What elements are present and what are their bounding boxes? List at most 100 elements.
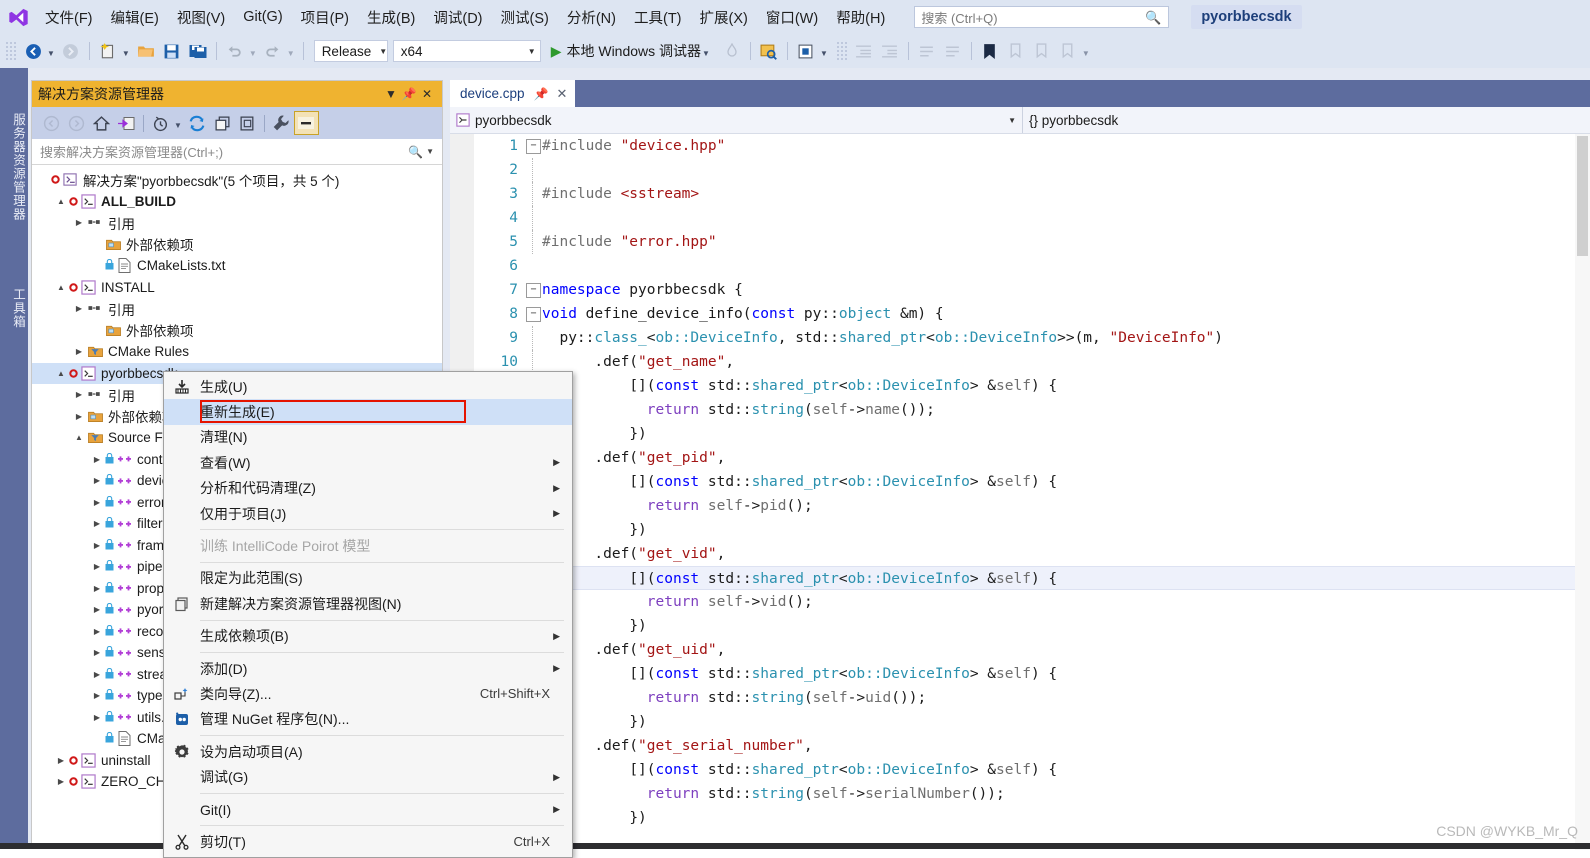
save-all-icon[interactable] xyxy=(185,39,211,63)
expander-icon[interactable]: ▶ xyxy=(90,648,104,657)
tree-item[interactable]: ▶ 引用 xyxy=(32,298,442,320)
expander-icon[interactable]: ▶ xyxy=(90,627,104,636)
code-line[interactable]: .def("get_uid", xyxy=(450,638,1590,662)
tree-item[interactable]: 外部依赖项 xyxy=(32,234,442,256)
expander-icon[interactable]: ▶ xyxy=(90,605,104,614)
panel-menu-icon[interactable]: ▼ xyxy=(382,87,400,101)
expander-icon[interactable]: ▶ xyxy=(72,218,86,227)
new-project-dropdown-icon[interactable]: ▼ xyxy=(122,49,130,58)
pending-changes-icon[interactable] xyxy=(114,111,139,135)
toolbar-grip-2[interactable] xyxy=(835,41,848,61)
ctx-project-only[interactable]: 仅用于项目(J) ▶ xyxy=(164,501,572,526)
code-line[interactable]: return self->pid(); xyxy=(450,494,1590,518)
expander-icon[interactable]: ▶ xyxy=(90,670,104,679)
collapse-all-icon[interactable] xyxy=(210,111,235,135)
expander-icon[interactable]: ▶ xyxy=(72,390,86,399)
expander-icon[interactable]: ▶ xyxy=(90,476,104,485)
properties-window-icon[interactable] xyxy=(293,111,319,135)
project-context-menu[interactable]: 生成(U) 重新生成(E) 清理(N) 查看(W) ▶ 分析和代码清理(Z) ▶ 仅用于项目(… xyxy=(163,371,573,858)
open-file-icon[interactable] xyxy=(133,39,159,63)
code-line[interactable]: 7− namespace pyorbbecsdk { xyxy=(450,278,1590,302)
code-line[interactable]: 4 xyxy=(450,206,1590,230)
expander-icon[interactable]: ▶ xyxy=(90,584,104,593)
ctx-build-dependencies[interactable]: 生成依赖项(B) ▶ xyxy=(164,624,572,649)
menu-tools[interactable]: 工具(T) xyxy=(625,3,691,32)
menu-project[interactable]: 项目(P) xyxy=(292,3,358,32)
code-line[interactable]: return self->vid(); xyxy=(450,590,1590,614)
expander-icon[interactable]: ▲ xyxy=(72,433,86,442)
ctx-rebuild[interactable]: 重新生成(E) xyxy=(164,399,572,425)
code-line[interactable]: return std::string(self->name()); xyxy=(450,398,1590,422)
code-line[interactable]: 5 #include "error.hpp" xyxy=(450,230,1590,254)
tree-item[interactable]: ▶ CMake Rules xyxy=(32,341,442,363)
tree-item[interactable]: ▲ ALL_BUILD xyxy=(32,191,442,213)
new-project-icon[interactable] xyxy=(95,39,121,63)
editor-vertical-scrollbar[interactable] xyxy=(1575,134,1590,850)
menu-analyze[interactable]: 分析(N) xyxy=(558,3,625,32)
member-dropdown[interactable]: {} pyorbbecsdk xyxy=(1023,107,1124,133)
expander-icon[interactable]: ▲ xyxy=(54,283,68,292)
code-line[interactable]: − [](const std::shared_ptr<ob::DeviceInf… xyxy=(450,470,1590,494)
select-element-dropdown-icon[interactable]: ▼ xyxy=(820,49,828,58)
code-line[interactable]: 9 py::class_<ob::DeviceInfo, std::shared… xyxy=(450,326,1590,350)
code-line[interactable]: .def("get_pid", xyxy=(450,446,1590,470)
toolbar-overflow-icon[interactable]: ▼ xyxy=(1082,49,1090,58)
menu-git[interactable]: Git(G) xyxy=(234,5,291,29)
menu-view[interactable]: 视图(V) xyxy=(168,3,234,32)
code-line[interactable]: 1− #include "device.hpp" xyxy=(450,134,1590,158)
expander-icon[interactable]: ▶ xyxy=(72,304,86,313)
code-line[interactable]: return std::string(self->serialNumber())… xyxy=(450,782,1590,806)
expander-icon[interactable]: ▶ xyxy=(54,756,68,765)
tree-item[interactable]: CMakeLists.txt xyxy=(32,255,442,277)
ctx-debug[interactable]: 调试(G) ▶ xyxy=(164,764,572,789)
code-line[interactable]: 2 xyxy=(450,158,1590,182)
ctx-build[interactable]: 生成(U) xyxy=(164,374,572,399)
start-debugging-button[interactable]: ▶ 本地 Windows 调试器 ▼ xyxy=(551,41,713,61)
code-line[interactable]: − [](const std::shared_ptr<ob::DeviceInf… xyxy=(450,374,1590,398)
editor-scrollbar-thumb[interactable] xyxy=(1577,136,1588,256)
project-dropdown[interactable]: pyorbbecsdk ▼ xyxy=(450,107,1023,133)
ctx-add[interactable]: 添加(D) ▶ xyxy=(164,656,572,681)
code-line[interactable]: .def("get_vid", xyxy=(450,542,1590,566)
ctx-clean[interactable]: 清理(N) xyxy=(164,425,572,450)
code-line[interactable]: − [](const std::shared_ptr<ob::DeviceInf… xyxy=(450,566,1590,590)
configuration-dropdown[interactable]: Release ▼ xyxy=(313,40,388,62)
show-all-files-icon[interactable] xyxy=(235,111,260,135)
menu-debug[interactable]: 调试(D) xyxy=(424,3,491,32)
start-debugging-dropdown-icon[interactable]: ▼ xyxy=(702,49,710,58)
history-dropdown-icon[interactable]: ▼ xyxy=(174,121,182,130)
home-icon[interactable] xyxy=(89,111,114,135)
code-line[interactable]: 3 #include <sstream> xyxy=(450,182,1590,206)
tree-item[interactable]: 外部依赖项 xyxy=(32,320,442,342)
solution-explorer-search[interactable]: 搜索解决方案资源管理器(Ctrl+;) 🔍 ▼ xyxy=(32,139,442,165)
refresh-icon[interactable] xyxy=(185,111,210,135)
pin-icon[interactable]: 📌 xyxy=(400,87,418,101)
menu-file[interactable]: 文件(F) xyxy=(36,3,102,32)
platform-dropdown[interactable]: x64 ▼ xyxy=(392,40,541,62)
ctx-view[interactable]: 查看(W) ▶ xyxy=(164,450,572,475)
code-line[interactable]: 8− void define_device_info(const py::obje… xyxy=(450,302,1590,326)
pending-history-icon[interactable] xyxy=(148,111,173,135)
fold-toggle-icon[interactable]: − xyxy=(526,307,541,322)
ctx-manage-nuget[interactable]: 管理 NuGet 程序包(N)... xyxy=(164,707,572,732)
code-line[interactable]: }) xyxy=(450,710,1590,734)
menu-test[interactable]: 测试(S) xyxy=(492,3,558,32)
ctx-new-se-view[interactable]: 新建解决方案资源管理器视图(N) xyxy=(164,591,572,616)
expander-icon[interactable]: ▶ xyxy=(90,519,104,528)
ctx-git[interactable]: Git(I) ▶ xyxy=(164,797,572,822)
code-line[interactable]: .def("get_serial_number", xyxy=(450,734,1590,758)
close-icon[interactable]: ✕ xyxy=(418,87,436,101)
menu-build[interactable]: 生成(B) xyxy=(358,3,424,32)
expander-icon[interactable]: ▲ xyxy=(54,197,68,206)
code-line[interactable]: return std::string(self->uid()); xyxy=(450,686,1590,710)
bookmark-icon[interactable] xyxy=(977,39,1003,63)
expander-icon[interactable]: ▶ xyxy=(54,777,68,786)
server-explorer-tab[interactable]: 服务器资源管理器 xyxy=(0,72,28,262)
code-line[interactable]: − [](const std::shared_ptr<ob::DeviceInf… xyxy=(450,758,1590,782)
code-line[interactable]: 6 xyxy=(450,254,1590,278)
code-line[interactable]: − [](const std::shared_ptr<ob::DeviceInf… xyxy=(450,662,1590,686)
code-line[interactable]: }) xyxy=(450,614,1590,638)
tab-device-cpp[interactable]: device.cpp 📌 ✕ xyxy=(450,80,576,107)
toolbar-grip[interactable] xyxy=(5,41,17,61)
menu-extensions[interactable]: 扩展(X) xyxy=(691,3,757,32)
